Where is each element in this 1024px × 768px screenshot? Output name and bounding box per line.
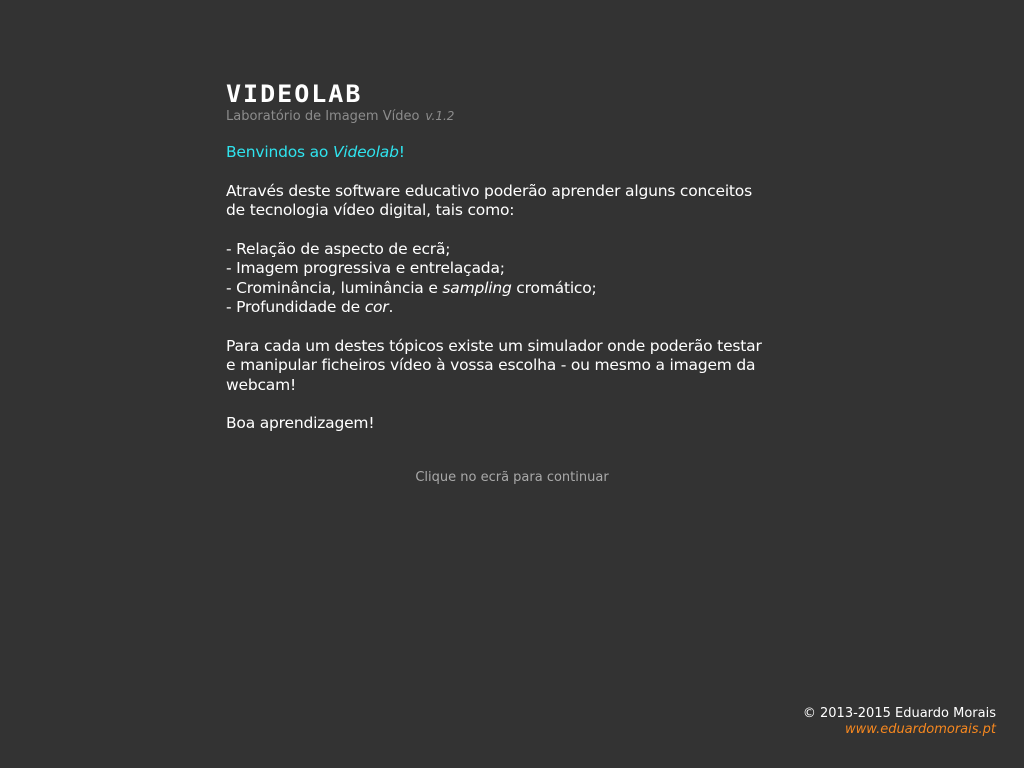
welcome-heading: Benvindos ao Videolab! [226, 143, 766, 163]
app-logo: VIDEOLAB [226, 80, 363, 108]
intro-paragraph: Através deste software educativo poderão… [226, 181, 752, 220]
app-version: v.1.2 [425, 109, 455, 123]
topic-item: - Profundidade de cor. [226, 298, 766, 318]
copyright-text: © 2013-2015 Eduardo Morais [802, 706, 996, 721]
topics-list: - Relação de aspecto de ecrã; - Imagem p… [226, 240, 766, 318]
topic-text: . [388, 298, 394, 316]
app-header: VIDEOLAB Laboratório de Imagem Vídeo v.1.… [226, 82, 454, 125]
app-subtitle: Laboratório de Imagem Vídeo v.1.2 [226, 108, 454, 125]
simulator-paragraph: Para cada um destes tópicos existe um si… [226, 336, 762, 394]
footer: © 2013-2015 Eduardo Morais www.eduardomo… [803, 706, 996, 738]
closing-paragraph: Boa aprendizagem! [226, 414, 375, 432]
website-link[interactable]: www.eduardomorais.pt [803, 722, 996, 738]
welcome-app-name: Videolab [332, 143, 399, 161]
topic-item: - Crominância, luminância e sampling cro… [226, 279, 766, 299]
topic-text: cromático; [511, 278, 597, 297]
topic-text: - Profundidade de [226, 298, 365, 316]
continue-hint[interactable]: Clique no ecrã para continuar [0, 470, 1024, 485]
topic-emphasis: sampling [442, 278, 512, 297]
splash-screen[interactable]: VIDEOLAB Laboratório de Imagem Vídeo v.1.… [0, 0, 1024, 768]
welcome-content: Benvindos ao Videolab! Através deste sof… [226, 143, 766, 453]
topic-text: - Crominância, luminância e [226, 278, 443, 297]
topic-item: - Relação de aspecto de ecrã; [226, 239, 451, 258]
welcome-prefix: Benvindos ao [226, 143, 333, 161]
welcome-suffix: ! [398, 143, 405, 161]
topic-emphasis: cor [364, 298, 389, 316]
app-subtitle-text: Laboratório de Imagem Vídeo [226, 109, 420, 124]
topic-item: - Imagem progressiva e entrelaçada; [226, 259, 505, 277]
